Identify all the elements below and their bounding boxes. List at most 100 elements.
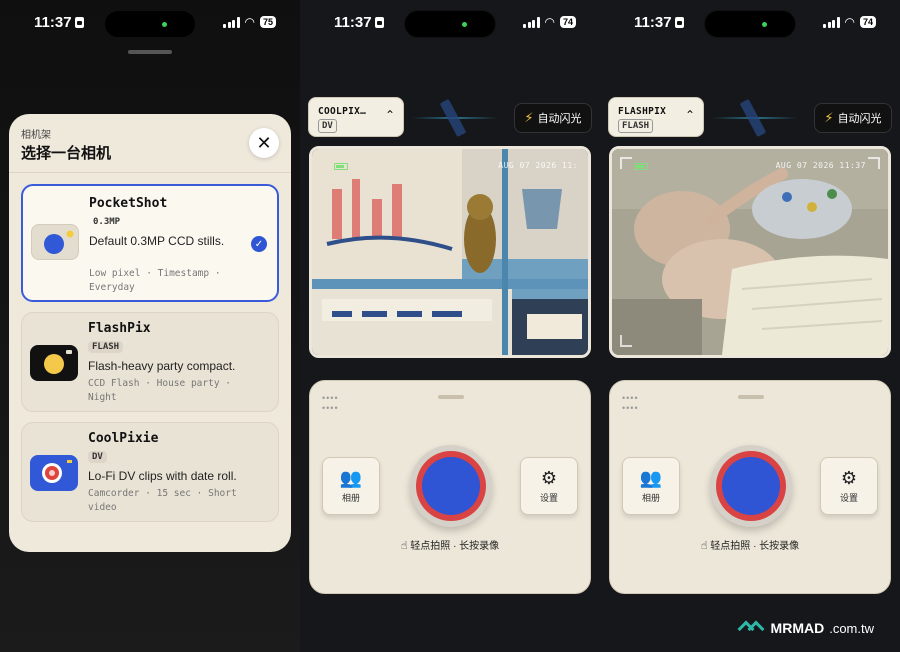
tap-hand-icon: ☝ [400,540,408,552]
status-icons: ◠ 74 [523,16,576,28]
shutter-hint-text: 轻点拍照 · 长按录像 [710,541,800,552]
cellular-signal-icon [523,16,540,28]
panel-handle [738,395,764,399]
camera-description: Lo-Fi DV clips with date roll. [88,469,237,483]
album-button[interactable]: 👥 相册 [322,457,380,515]
date-stamp: AUG 07 2026 11:37 [775,161,866,170]
sheet-title: 选择一台相机 [21,145,112,162]
watermark-tld: .com.tw [829,620,874,636]
grip-dots-icon: •••• •••• [622,393,639,413]
frame-corner [868,157,880,169]
viewfinder[interactable]: AUG 07 2026 11:37 [609,146,891,358]
mrmad-logo-icon [737,620,766,638]
camera-badge: FLASH [88,341,124,353]
divider [9,172,291,173]
camera-badge: 0.3MP [93,217,121,227]
camera-selector-button[interactable]: COOLPIX… DV ⌃ [308,97,404,137]
camera-active-dot [162,22,167,27]
people-icon: 👥 [339,467,363,488]
viewfinder-preview [612,149,888,355]
battery-indicator: 75 [259,16,276,28]
camera-badge: DV [88,451,107,463]
control-panel: •••• •••• 👥 相册 ⚙ 设置 ☝ 轻点拍照 · 长按录像 [609,380,891,594]
dynamic-island [404,10,496,38]
pocket-camera-icon [31,224,79,260]
viewfinder[interactable]: AUG 07 2026 11: [309,146,591,358]
camera-mode-badge: DV [318,119,337,133]
camera-name: PocketShot [89,196,168,211]
gear-icon: ⚙ [840,467,858,488]
lightning-icon: ⚡ [824,110,834,125]
battery-indicator: 74 [859,16,876,28]
camera-model: COOLPIX… [318,106,367,117]
site-watermark: MRMAD .com.tw [737,620,874,638]
camera-rack-sheet: 相机架 选择一台相机 ✕ PocketShot 0.3MP Default 0.… [9,114,291,552]
wifi-icon: ◠ [544,14,555,29]
chevron-up-icon: ⌃ [684,108,695,122]
settings-button[interactable]: ⚙ 设置 [820,457,878,515]
battery-indicator: 74 [559,16,576,28]
people-icon: 👥 [639,467,663,488]
camera-card-pocketshot[interactable]: PocketShot 0.3MP Default 0.3MP CCD still… [21,184,279,302]
status-time: 11:37 [34,14,84,31]
battery-overlay-icon [334,163,348,170]
status-bar: 11:37 ◠ 75 [0,0,300,48]
close-button[interactable]: ✕ [249,128,279,158]
status-bar: 11:37 ◠ 74 [300,0,600,48]
tap-hand-icon: ☝ [700,540,708,552]
camera-mode-badge: FLASH [618,119,654,133]
frame-corner [620,157,632,169]
sheet-kicker: 相机架 [21,130,51,141]
settings-label: 设置 [839,492,858,503]
shutter-button[interactable] [710,445,792,527]
wifi-icon: ◠ [244,14,255,29]
shutter-core [722,457,780,515]
camera-name: CoolPixie [88,431,159,446]
id-card-icon [74,17,84,28]
cellular-signal-icon [823,16,840,28]
album-label: 相册 [641,492,660,503]
selected-check-icon: ✓ [251,236,267,252]
control-panel: •••• •••• 👥 相册 ⚙ 设置 ☝ 轻点拍照 · 长按录像 [309,380,591,594]
flash-mode-label: 自动闪光 [837,113,882,125]
settings-button[interactable]: ⚙ 设置 [520,457,578,515]
camera-card-flashpix[interactable]: FlashPix FLASH Flash-heavy party compact… [21,312,279,412]
cellular-signal-icon [223,16,240,28]
camera-tags: Camcorder · 15 sec · Short video [88,488,237,513]
status-time: 11:37 [634,14,684,31]
status-icons: ◠ 74 [823,16,876,28]
lightning-icon: ⚡ [524,110,534,125]
camera-tags: CCD Flash · House party · Night [88,378,231,403]
status-time: 11:37 [334,14,384,31]
date-stamp: AUG 07 2026 11: [498,161,578,170]
close-icon: ✕ [256,132,272,153]
viewfinder-preview [312,149,588,355]
camera-card-coolpixie[interactable]: CoolPixie DV Lo-Fi DV clips with date ro… [21,422,279,522]
dynamic-island [704,10,796,38]
dynamic-island [104,10,196,38]
sheet-grabber[interactable] [128,50,172,54]
camera-tags: Low pixel · Timestamp · Everyday [89,268,221,293]
chevron-up-icon: ⌃ [384,108,395,122]
camera-selector-button[interactable]: FLASHPIX FLASH ⌃ [608,97,704,137]
panel-handle [438,395,464,399]
flash-mode-label: 自动闪光 [537,113,582,125]
camera-description: Default 0.3MP CCD stills. [89,234,225,248]
phone-camera-flash: 11:37 ◠ 74 FLASHPIX FLASH ⌃ ⚡ 自动闪光 AUG 0… [600,0,900,652]
status-bar: 11:37 ◠ 74 [600,0,900,48]
watermark-brand: MRMAD [770,620,825,636]
phone-camera-picker: 11:37 ◠ 75 相机架 选择一台相机 ✕ PocketShot 0.3MP… [0,0,300,652]
shutter-hint: ☝ 轻点拍照 · 长按录像 [310,537,590,552]
album-button[interactable]: 👥 相册 [622,457,680,515]
dv-camera-icon [30,455,78,491]
camera-active-dot [462,22,467,27]
shutter-hint: ☝ 轻点拍照 · 长按录像 [610,537,890,552]
flash-mode-button[interactable]: ⚡ 自动闪光 [814,103,892,133]
shutter-core [422,457,480,515]
flash-mode-button[interactable]: ⚡ 自动闪光 [514,103,592,133]
id-card-icon [674,17,684,28]
wifi-icon: ◠ [844,14,855,29]
shutter-button[interactable] [410,445,492,527]
shutter-hint-text: 轻点拍照 · 长按录像 [410,541,500,552]
frame-corner [620,335,632,347]
